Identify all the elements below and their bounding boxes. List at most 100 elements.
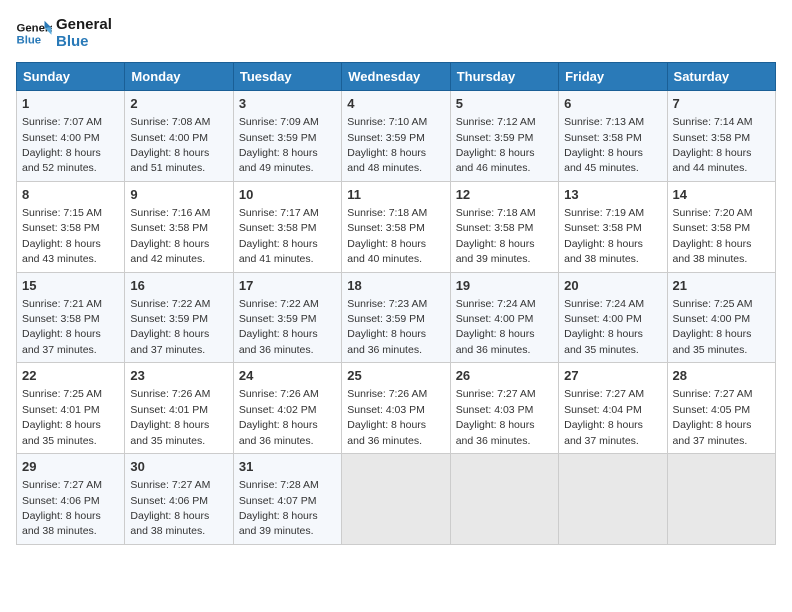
calendar-cell: 26 Sunrise: 7:27 AMSunset: 4:03 PMDayligh… [450,363,558,454]
calendar-cell: 25 Sunrise: 7:26 AMSunset: 4:03 PMDayligh… [342,363,450,454]
calendar-cell: 6 Sunrise: 7:13 AMSunset: 3:58 PMDaylight… [559,91,667,182]
day-info: Sunrise: 7:09 AMSunset: 3:59 PMDaylight:… [239,116,319,174]
day-info: Sunrise: 7:07 AMSunset: 4:00 PMDaylight:… [22,116,102,174]
calendar-week-1: 1 Sunrise: 7:07 AMSunset: 4:00 PMDaylight… [17,91,776,182]
day-number: 29 [22,458,119,476]
calendar-week-5: 29 Sunrise: 7:27 AMSunset: 4:06 PMDayligh… [17,454,776,545]
day-number: 8 [22,186,119,204]
day-number: 2 [130,95,227,113]
day-info: Sunrise: 7:27 AMSunset: 4:06 PMDaylight:… [22,479,102,537]
calendar-cell: 28 Sunrise: 7:27 AMSunset: 4:05 PMDayligh… [667,363,775,454]
day-number: 27 [564,367,661,385]
calendar-cell: 12 Sunrise: 7:18 AMSunset: 3:58 PMDayligh… [450,181,558,272]
calendar-cell: 29 Sunrise: 7:27 AMSunset: 4:06 PMDayligh… [17,454,125,545]
day-number: 1 [22,95,119,113]
day-number: 13 [564,186,661,204]
day-info: Sunrise: 7:14 AMSunset: 3:58 PMDaylight:… [673,116,753,174]
day-number: 26 [456,367,553,385]
calendar-week-4: 22 Sunrise: 7:25 AMSunset: 4:01 PMDayligh… [17,363,776,454]
day-info: Sunrise: 7:27 AMSunset: 4:03 PMDaylight:… [456,388,536,446]
calendar-cell: 2Sunrise: 7:08 AMSunset: 4:00 PMDaylight… [125,91,233,182]
day-number: 30 [130,458,227,476]
header-monday: Monday [125,63,233,91]
calendar-cell: 3 Sunrise: 7:09 AMSunset: 3:59 PMDaylight… [233,91,341,182]
calendar-cell: 19 Sunrise: 7:24 AMSunset: 4:00 PMDayligh… [450,272,558,363]
calendar-cell: 31Sunrise: 7:28 AMSunset: 4:07 PMDayligh… [233,454,341,545]
calendar-cell [559,454,667,545]
day-info: Sunrise: 7:15 AMSunset: 3:58 PMDaylight:… [22,207,102,265]
day-number: 3 [239,95,336,113]
calendar-cell: 16Sunrise: 7:22 AMSunset: 3:59 PMDayligh… [125,272,233,363]
calendar-cell: 14Sunrise: 7:20 AMSunset: 3:58 PMDayligh… [667,181,775,272]
day-number: 11 [347,186,444,204]
calendar-cell [450,454,558,545]
calendar-week-2: 8 Sunrise: 7:15 AMSunset: 3:58 PMDaylight… [17,181,776,272]
logo-text-line1: General [56,16,112,33]
day-number: 28 [673,367,770,385]
day-info: Sunrise: 7:18 AMSunset: 3:58 PMDaylight:… [456,207,536,265]
day-info: Sunrise: 7:25 AMSunset: 4:01 PMDaylight:… [22,388,102,446]
calendar-cell: 21 Sunrise: 7:25 AMSunset: 4:00 PMDayligh… [667,272,775,363]
header-thursday: Thursday [450,63,558,91]
day-info: Sunrise: 7:27 AMSunset: 4:04 PMDaylight:… [564,388,644,446]
day-info: Sunrise: 7:22 AMSunset: 3:59 PMDaylight:… [130,298,210,356]
svg-text:Blue: Blue [17,35,42,47]
day-info: Sunrise: 7:13 AMSunset: 3:58 PMDaylight:… [564,116,644,174]
header-tuesday: Tuesday [233,63,341,91]
calendar-cell: 27 Sunrise: 7:27 AMSunset: 4:04 PMDayligh… [559,363,667,454]
day-info: Sunrise: 7:26 AMSunset: 4:03 PMDaylight:… [347,388,427,446]
day-number: 4 [347,95,444,113]
day-number: 21 [673,277,770,295]
day-number: 24 [239,367,336,385]
calendar-cell: 11Sunrise: 7:18 AMSunset: 3:58 PMDayligh… [342,181,450,272]
calendar-cell: 15Sunrise: 7:21 AMSunset: 3:58 PMDayligh… [17,272,125,363]
calendar-cell: 24Sunrise: 7:26 AMSunset: 4:02 PMDayligh… [233,363,341,454]
day-number: 10 [239,186,336,204]
day-info: Sunrise: 7:20 AMSunset: 3:58 PMDaylight:… [673,207,753,265]
logo-text-line2: Blue [56,33,112,50]
calendar-cell: 5 Sunrise: 7:12 AMSunset: 3:59 PMDaylight… [450,91,558,182]
day-number: 12 [456,186,553,204]
calendar-table: SundayMondayTuesdayWednesdayThursdayFrid… [16,62,776,545]
day-number: 20 [564,277,661,295]
day-number: 6 [564,95,661,113]
day-number: 25 [347,367,444,385]
day-info: Sunrise: 7:17 AMSunset: 3:58 PMDaylight:… [239,207,319,265]
day-number: 22 [22,367,119,385]
day-info: Sunrise: 7:23 AMSunset: 3:59 PMDaylight:… [347,298,427,356]
day-number: 19 [456,277,553,295]
header-wednesday: Wednesday [342,63,450,91]
day-info: Sunrise: 7:10 AMSunset: 3:59 PMDaylight:… [347,116,427,174]
logo: General Blue General Blue [16,16,112,50]
calendar-cell: 17Sunrise: 7:22 AMSunset: 3:59 PMDayligh… [233,272,341,363]
calendar-week-3: 15Sunrise: 7:21 AMSunset: 3:58 PMDayligh… [17,272,776,363]
day-info: Sunrise: 7:12 AMSunset: 3:59 PMDaylight:… [456,116,536,174]
calendar-cell: 13 Sunrise: 7:19 AMSunset: 3:58 PMDayligh… [559,181,667,272]
day-number: 31 [239,458,336,476]
day-info: Sunrise: 7:27 AMSunset: 4:06 PMDaylight:… [130,479,210,537]
day-info: Sunrise: 7:26 AMSunset: 4:01 PMDaylight:… [130,388,210,446]
calendar-cell: 9 Sunrise: 7:16 AMSunset: 3:58 PMDaylight… [125,181,233,272]
calendar-cell: 30 Sunrise: 7:27 AMSunset: 4:06 PMDayligh… [125,454,233,545]
day-info: Sunrise: 7:25 AMSunset: 4:00 PMDaylight:… [673,298,753,356]
day-number: 5 [456,95,553,113]
calendar-cell: 23Sunrise: 7:26 AMSunset: 4:01 PMDayligh… [125,363,233,454]
calendar-cell: 4 Sunrise: 7:10 AMSunset: 3:59 PMDaylight… [342,91,450,182]
calendar-cell: 22 Sunrise: 7:25 AMSunset: 4:01 PMDayligh… [17,363,125,454]
calendar-cell: 18Sunrise: 7:23 AMSunset: 3:59 PMDayligh… [342,272,450,363]
calendar-cell: 8 Sunrise: 7:15 AMSunset: 3:58 PMDaylight… [17,181,125,272]
header-saturday: Saturday [667,63,775,91]
day-number: 7 [673,95,770,113]
day-info: Sunrise: 7:24 AMSunset: 4:00 PMDaylight:… [456,298,536,356]
day-info: Sunrise: 7:16 AMSunset: 3:58 PMDaylight:… [130,207,210,265]
day-number: 15 [22,277,119,295]
day-info: Sunrise: 7:19 AMSunset: 3:58 PMDaylight:… [564,207,644,265]
day-number: 9 [130,186,227,204]
calendar-cell [667,454,775,545]
logo-icon: General Blue [16,19,52,47]
day-info: Sunrise: 7:22 AMSunset: 3:59 PMDaylight:… [239,298,319,356]
calendar-cell: 20Sunrise: 7:24 AMSunset: 4:00 PMDayligh… [559,272,667,363]
day-info: Sunrise: 7:27 AMSunset: 4:05 PMDaylight:… [673,388,753,446]
calendar-cell: 1 Sunrise: 7:07 AMSunset: 4:00 PMDaylight… [17,91,125,182]
calendar-cell [342,454,450,545]
